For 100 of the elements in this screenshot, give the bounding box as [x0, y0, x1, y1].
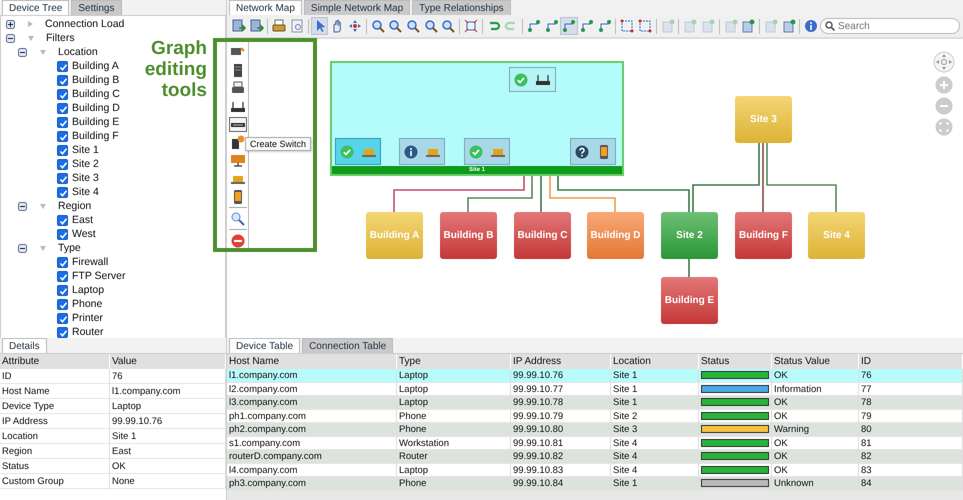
table-cell[interactable]: l1.company.com [227, 369, 397, 382]
graph-node[interactable]: Building C [514, 212, 571, 259]
checkbox[interactable] [57, 298, 68, 310]
table-cell[interactable]: 76 [859, 369, 963, 382]
collapse-icon[interactable] [18, 244, 27, 252]
checkbox[interactable] [57, 60, 68, 72]
device-node[interactable] [335, 138, 381, 165]
tree-item-label[interactable]: Building D [72, 102, 120, 114]
tab[interactable]: Settings [71, 0, 122, 15]
tree-item-label[interactable]: Filters [46, 32, 75, 44]
table-cell[interactable]: Site 1 [611, 396, 699, 410]
checkbox[interactable] [57, 172, 68, 184]
tree-item-label[interactable]: Laptop [72, 284, 104, 296]
table-cell[interactable]: Site 4 [611, 450, 699, 464]
table-cell[interactable]: ph2.company.com [227, 423, 397, 436]
tab[interactable]: Type Relationships [412, 0, 511, 15]
checkbox[interactable] [57, 130, 68, 142]
table-cell[interactable]: Site 1 [611, 369, 699, 382]
graph-node[interactable]: Building E [661, 277, 718, 324]
magnifier-icon[interactable] [229, 211, 247, 226]
checkbox[interactable] [57, 312, 68, 324]
checkbox[interactable] [57, 102, 68, 114]
search-field[interactable]: Search [820, 18, 960, 34]
device-node[interactable] [509, 67, 556, 92]
checkbox[interactable] [57, 88, 68, 100]
table-cell[interactable]: OK [772, 396, 859, 410]
checkbox[interactable] [57, 326, 68, 338]
layout-icon[interactable] [578, 17, 596, 35]
tree-item-label[interactable]: Site 2 [72, 158, 99, 170]
checkbox[interactable] [57, 256, 68, 268]
tree-item-label[interactable]: Building C [72, 88, 120, 100]
collapse-icon[interactable] [18, 202, 27, 210]
tab[interactable]: Network Map [229, 0, 302, 15]
table-cell[interactable]: 99.99.10.78 [511, 396, 611, 410]
table-cell[interactable]: 99.99.10.84 [511, 477, 611, 490]
column-header[interactable]: Host Name [227, 354, 397, 369]
column-header[interactable]: Value [110, 354, 226, 369]
column-header[interactable]: Type [397, 354, 511, 369]
table-cell[interactable]: OK [772, 369, 859, 382]
checkbox[interactable] [57, 214, 68, 226]
group-frame-icon[interactable] [618, 17, 636, 35]
tree-item-label[interactable]: Site 1 [72, 144, 99, 156]
tree-item-label[interactable]: Printer [72, 312, 103, 324]
tree-item-label[interactable]: Connection Load [45, 18, 124, 30]
checkbox[interactable] [57, 284, 68, 296]
table-cell[interactable]: Router [397, 450, 511, 464]
table-cell[interactable]: l3.company.com [227, 396, 397, 410]
router-icon[interactable] [229, 99, 247, 114]
table-cell[interactable]: Site 1 [611, 477, 699, 490]
switch-icon[interactable] [229, 117, 247, 132]
tab[interactable]: Device Table [229, 338, 300, 353]
column-header[interactable]: ID [859, 354, 963, 369]
column-header[interactable]: Attribute [0, 354, 110, 369]
table-cell[interactable]: Site 3 [611, 423, 699, 436]
tab[interactable]: Details [2, 338, 47, 353]
tree-item-label[interactable]: Building A [72, 60, 119, 72]
graph-node[interactable]: Building B [440, 212, 497, 259]
collapse-icon[interactable] [6, 34, 15, 42]
tree-item-label[interactable]: Region [58, 200, 92, 212]
table-cell[interactable]: 78 [859, 396, 963, 410]
table-cell[interactable]: Laptop [397, 369, 511, 382]
tree-item-label[interactable]: FTP Server [72, 270, 126, 282]
table-cell[interactable]: 84 [859, 477, 963, 490]
table-cell[interactable]: Phone [397, 477, 511, 490]
tree-item-label[interactable]: Phone [72, 298, 102, 310]
tree-item-label[interactable]: Router [72, 326, 104, 338]
layout-icon[interactable] [560, 17, 578, 35]
checkbox[interactable] [57, 186, 68, 198]
table-cell[interactable]: Warning [772, 423, 859, 436]
fit-frame-icon[interactable] [462, 17, 480, 35]
pointer-icon[interactable] [310, 17, 328, 35]
printer-icon[interactable] [229, 81, 247, 96]
device-node[interactable] [570, 138, 616, 165]
tree-item-label[interactable]: Location [58, 46, 98, 58]
tree-item-label[interactable]: Type [58, 242, 81, 254]
column-header[interactable]: Status [699, 354, 772, 369]
column-header[interactable]: Location [611, 354, 699, 369]
checkbox[interactable] [57, 116, 68, 128]
tree-item-label[interactable]: Site 3 [72, 172, 99, 184]
table-cell[interactable]: 99.99.10.76 [511, 369, 611, 382]
table-cell[interactable]: Phone [397, 423, 511, 436]
tree-item-label[interactable]: West [72, 228, 96, 240]
delete-icon[interactable] [229, 233, 247, 248]
checkbox[interactable] [57, 144, 68, 156]
checkbox[interactable] [57, 158, 68, 170]
tree-item-label[interactable]: East [72, 214, 94, 226]
tab[interactable]: Connection Table [302, 338, 394, 353]
checkbox[interactable] [57, 270, 68, 282]
navigation-control-icon[interactable] [933, 51, 955, 73]
table-cell[interactable]: 80 [859, 423, 963, 436]
table-cell[interactable]: 99.99.10.82 [511, 450, 611, 464]
tab[interactable]: Simple Network Map [304, 0, 410, 15]
group-frame-icon[interactable] [636, 17, 654, 35]
table-cell[interactable]: Laptop [397, 396, 511, 410]
table-cell[interactable]: OK [772, 450, 859, 464]
table-cell[interactable]: ph3.company.com [227, 477, 397, 490]
layout-icon[interactable] [525, 17, 543, 35]
table-cell[interactable]: Unknown [772, 477, 859, 490]
table-cell[interactable]: routerD.company.com [227, 450, 397, 464]
collapse-icon[interactable] [18, 48, 27, 56]
